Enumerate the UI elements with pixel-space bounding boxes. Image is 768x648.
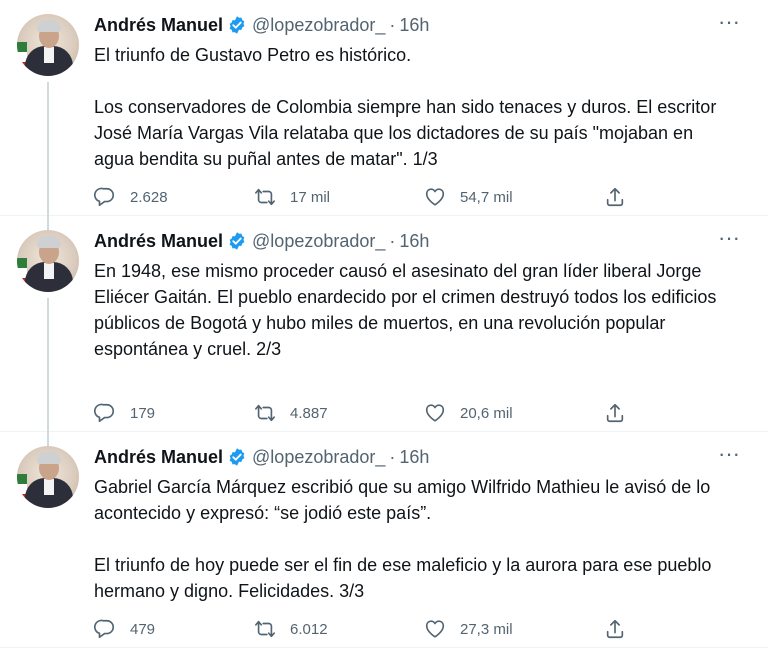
tweet-text: En 1948, ese mismo proceder causó el ase… [94, 261, 722, 359]
more-options-button[interactable]: ··· [712, 11, 746, 38]
share-button[interactable] [604, 186, 626, 208]
tweet-actions: 2.628 17 mil 54,7 mil [94, 186, 626, 208]
timestamp[interactable]: 16h [399, 446, 429, 468]
tweet-text: El triunfo de Gustavo Petro es histórico… [94, 45, 717, 169]
reply-bubble-icon [94, 187, 115, 207]
like-count: 27,3 mil [460, 620, 513, 638]
share-button[interactable] [604, 402, 626, 424]
author-name[interactable]: Andrés Manuel [94, 14, 223, 36]
author-handle[interactable]: @lopezobrador_ [252, 230, 385, 252]
reply-button[interactable]: 179 [94, 402, 254, 424]
reply-count: 179 [130, 404, 156, 422]
reply-count: 479 [130, 620, 156, 638]
reply-bubble-icon [94, 619, 115, 639]
author-handle[interactable]: @lopezobrador_ [252, 14, 385, 36]
retweet-icon [255, 188, 275, 206]
reply-button[interactable]: 479 [94, 618, 254, 640]
tweet-actions: 479 6.012 27,3 mil [94, 618, 626, 640]
retweet-button[interactable]: 4.887 [254, 402, 424, 424]
avatar-hair [37, 20, 61, 32]
heart-icon [425, 620, 445, 638]
avatar[interactable] [17, 446, 79, 508]
retweet-count: 4.887 [290, 404, 328, 422]
heart-icon [425, 188, 445, 206]
like-count: 20,6 mil [460, 404, 513, 422]
author-name[interactable]: Andrés Manuel [94, 230, 223, 252]
reply-count: 2.628 [130, 188, 168, 206]
avatar[interactable] [17, 14, 79, 76]
timestamp[interactable]: 16h [399, 14, 429, 36]
avatar-hair [37, 452, 61, 464]
tweet-1[interactable]: Andrés Manuel @lopezobrador_ · 16h ··· E… [0, 0, 768, 232]
thread-line [47, 298, 49, 448]
retweet-icon [255, 620, 275, 638]
retweet-icon [255, 404, 275, 422]
separator: · [389, 447, 396, 467]
tweet-header: Andrés Manuel @lopezobrador_ · 16h [94, 446, 429, 468]
avatar-shirt [44, 479, 54, 495]
verified-badge-icon [229, 16, 245, 34]
share-button[interactable] [604, 618, 626, 640]
timestamp[interactable]: 16h [399, 230, 429, 252]
share-upload-icon [606, 619, 624, 639]
author-handle[interactable]: @lopezobrador_ [252, 446, 385, 468]
tweet-text: Gabriel García Márquez escribió que su a… [94, 477, 712, 601]
like-button[interactable]: 54,7 mil [424, 186, 604, 208]
retweet-count: 17 mil [290, 188, 331, 206]
retweet-button[interactable]: 6.012 [254, 618, 424, 640]
author-name[interactable]: Andrés Manuel [94, 446, 223, 468]
share-upload-icon [606, 187, 624, 207]
retweet-button[interactable]: 17 mil [254, 186, 424, 208]
avatar-shirt [44, 263, 54, 279]
tweet-2[interactable]: Andrés Manuel @lopezobrador_ · 16h ··· E… [0, 216, 768, 448]
avatar[interactable] [17, 230, 79, 292]
avatar-shirt [44, 47, 54, 63]
separator: · [389, 15, 396, 35]
tweet-3[interactable]: Andrés Manuel @lopezobrador_ · 16h ··· G… [0, 432, 768, 648]
like-button[interactable]: 20,6 mil [424, 402, 604, 424]
retweet-count: 6.012 [290, 620, 328, 638]
verified-badge-icon [229, 232, 245, 250]
verified-badge-icon [229, 448, 245, 466]
thread-line [47, 82, 49, 232]
tweet-header: Andrés Manuel @lopezobrador_ · 16h [94, 14, 429, 36]
tweet-actions: 179 4.887 20,6 mil [94, 402, 626, 424]
like-count: 54,7 mil [460, 188, 513, 206]
tweet-header: Andrés Manuel @lopezobrador_ · 16h [94, 230, 429, 252]
avatar-hair [37, 236, 61, 248]
reply-button[interactable]: 2.628 [94, 186, 254, 208]
more-options-button[interactable]: ··· [712, 443, 746, 470]
separator: · [389, 231, 396, 251]
reply-bubble-icon [94, 403, 115, 423]
like-button[interactable]: 27,3 mil [424, 618, 604, 640]
more-options-button[interactable]: ··· [712, 227, 746, 254]
share-upload-icon [606, 403, 624, 423]
heart-icon [425, 404, 445, 422]
